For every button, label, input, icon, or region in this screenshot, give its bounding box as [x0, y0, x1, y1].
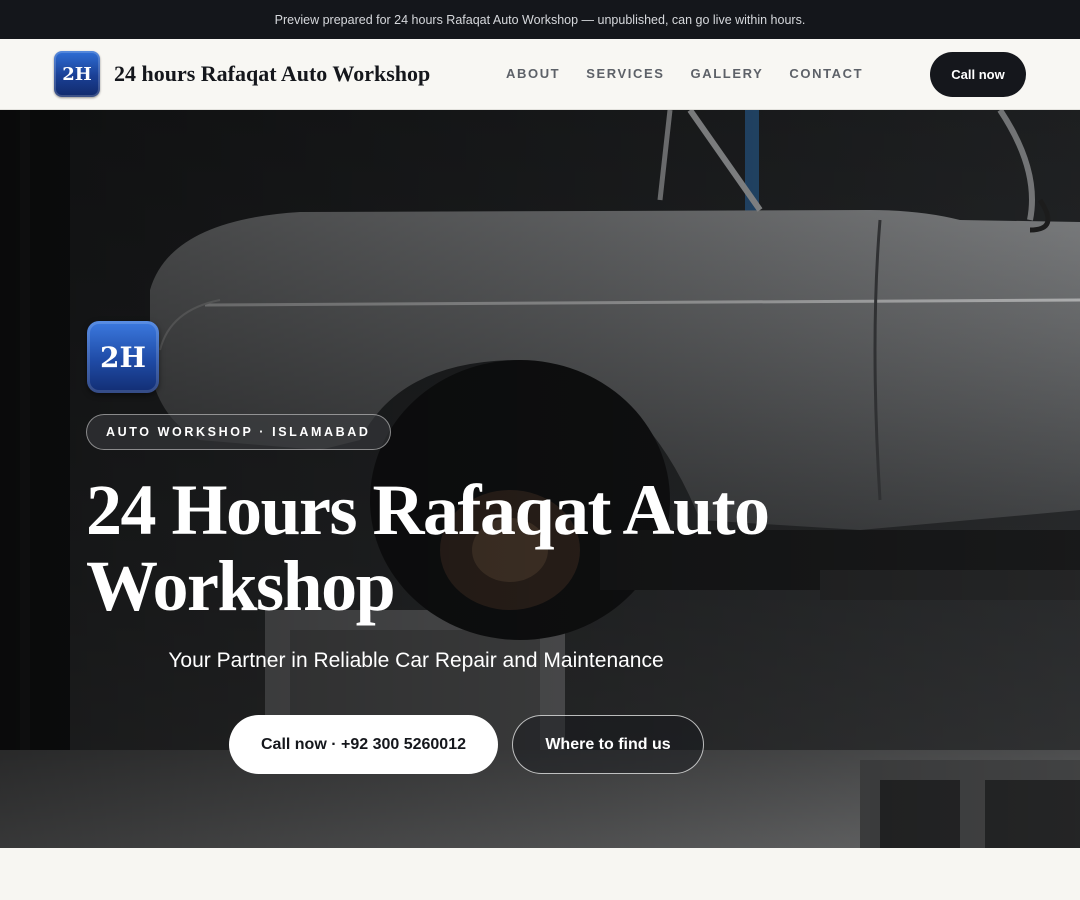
- call-now-button[interactable]: Call now: [930, 52, 1026, 97]
- logo-icon[interactable]: 2H: [54, 51, 100, 97]
- hero-eyebrow: AUTO WORKSHOP · ISLAMABAD: [86, 414, 391, 450]
- nav-item-services[interactable]: SERVICES: [586, 66, 664, 81]
- nav-item-contact[interactable]: CONTACT: [789, 66, 863, 81]
- preview-notice-bar: Preview prepared for 24 hours Rafaqat Au…: [0, 0, 1080, 39]
- hero-subtitle: Your Partner in Reliable Car Repair and …: [168, 649, 664, 672]
- logo-text: 2H: [62, 63, 92, 85]
- main-nav: ABOUT SERVICES GALLERY CONTACT: [506, 66, 889, 81]
- preview-notice-text: Preview prepared for 24 hours Rafaqat Au…: [274, 12, 806, 27]
- hero-logo-text: 2H: [100, 340, 146, 374]
- hero-title: 24 Hours Rafaqat Auto Workshop: [86, 470, 770, 626]
- site-header: 2H 24 hours Rafaqat Auto Workshop ABOUT …: [0, 39, 1080, 110]
- hero-logo-icon: 2H: [87, 321, 159, 393]
- nav-item-gallery[interactable]: GALLERY: [691, 66, 764, 81]
- where-to-find-us-button[interactable]: Where to find us: [512, 715, 704, 774]
- brand-name[interactable]: 24 hours Rafaqat Auto Workshop: [114, 61, 430, 87]
- call-phone-button[interactable]: Call now · +92 300 5260012: [229, 715, 498, 774]
- nav-item-about[interactable]: ABOUT: [506, 66, 560, 81]
- hero-section: 2H AUTO WORKSHOP · ISLAMABAD 24 Hours Ra…: [0, 110, 1080, 848]
